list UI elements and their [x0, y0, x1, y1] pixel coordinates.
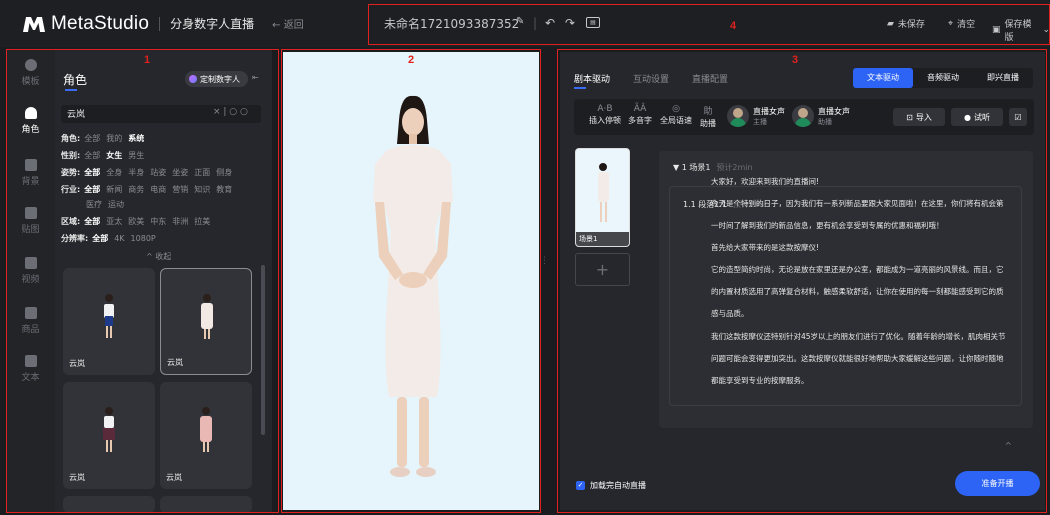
product-name: 分身数字人直播: [170, 17, 255, 31]
annotation-box-2: [281, 49, 541, 513]
annotation-label-2: 2: [408, 54, 415, 66]
annotation-label-3: 3: [792, 54, 799, 66]
divider: [159, 16, 161, 31]
logo: MetaStudio: [22, 13, 149, 35]
panel-resize-handle[interactable]: ⋮: [540, 256, 549, 266]
annotation-box-4: [368, 4, 1050, 45]
brand-name: MetaStudio: [51, 12, 150, 34]
annotation-box-1: [6, 49, 279, 513]
annotation-label-4: 4: [730, 20, 737, 32]
metastudio-logo-icon: [23, 16, 45, 32]
back-link[interactable]: ← 返回: [272, 16, 304, 31]
annotation-box-3: [557, 49, 1047, 513]
annotation-label-1: 1: [144, 54, 151, 66]
